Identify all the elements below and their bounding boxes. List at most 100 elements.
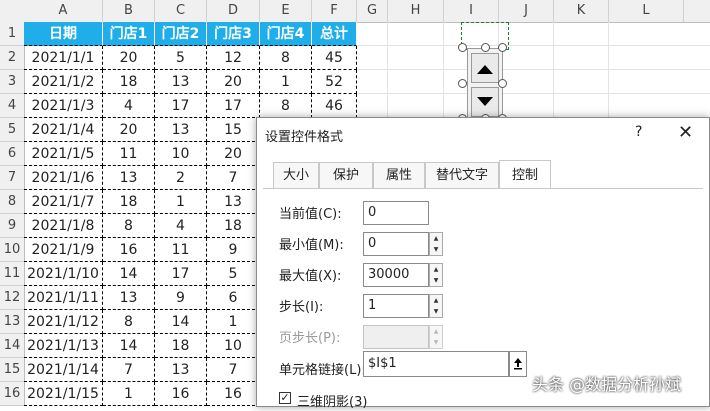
current-value-input[interactable]: 0: [363, 201, 429, 225]
table-header-cell[interactable]: 门店2: [155, 22, 207, 46]
column-header-k[interactable]: K: [554, 0, 609, 22]
row-header-13[interactable]: 13: [0, 310, 24, 334]
column-header-h[interactable]: H: [388, 0, 444, 22]
row-header-15[interactable]: 15: [0, 358, 24, 382]
table-cell[interactable]: 18: [207, 214, 260, 238]
column-header-e[interactable]: E: [260, 0, 312, 22]
spin-down-button[interactable]: [471, 87, 499, 117]
row-header-16[interactable]: 16: [0, 382, 24, 406]
table-cell[interactable]: 14: [103, 334, 155, 358]
tab-properties[interactable]: 属性: [373, 162, 425, 188]
table-cell[interactable]: 8: [260, 46, 312, 70]
tab-size[interactable]: 大小: [273, 162, 319, 188]
column-header-a[interactable]: A: [24, 0, 103, 22]
table-cell[interactable]: 2021/1/9: [24, 238, 103, 262]
row-header-8[interactable]: 8: [0, 190, 24, 214]
table-cell[interactable]: 2021/1/3: [24, 94, 103, 118]
table-cell[interactable]: 15: [207, 118, 260, 142]
table-cell[interactable]: 18: [103, 190, 155, 214]
table-cell[interactable]: 2021/1/6: [24, 166, 103, 190]
table-cell[interactable]: 13: [155, 358, 207, 382]
table-cell[interactable]: 13: [155, 118, 207, 142]
close-button[interactable]: ✕: [678, 122, 693, 143]
column-header-i[interactable]: I: [444, 0, 499, 22]
table-cell[interactable]: 10: [155, 142, 207, 166]
table-cell[interactable]: 5: [155, 46, 207, 70]
tab-alt-text[interactable]: 替代文字: [425, 162, 499, 188]
max-value-spinner[interactable]: ▲ ▼: [429, 263, 443, 287]
spin-up-icon[interactable]: ▲: [430, 264, 442, 275]
table-cell[interactable]: 2021/1/15: [24, 382, 103, 406]
tab-control[interactable]: 控制: [499, 160, 551, 188]
table-header-cell[interactable]: 门店4: [260, 22, 312, 46]
cell-link-input[interactable]: $I$1: [363, 351, 509, 377]
table-cell[interactable]: 17: [207, 94, 260, 118]
3d-shading-checkbox[interactable]: ✓: [279, 392, 291, 404]
table-cell[interactable]: 2021/1/10: [24, 262, 103, 286]
table-cell[interactable]: 5: [207, 262, 260, 286]
table-cell[interactable]: 20: [103, 46, 155, 70]
table-cell[interactable]: 2: [155, 166, 207, 190]
row-header-7[interactable]: 7: [0, 166, 24, 190]
step-spinner[interactable]: ▲ ▼: [429, 294, 443, 318]
spin-down-icon[interactable]: ▼: [430, 275, 442, 286]
table-cell[interactable]: 2021/1/8: [24, 214, 103, 238]
spin-up-button[interactable]: [471, 53, 499, 83]
resize-handle[interactable]: [481, 43, 490, 52]
resize-handle[interactable]: [498, 43, 507, 52]
resize-handle[interactable]: [458, 79, 467, 88]
spin-down-icon[interactable]: ▼: [430, 244, 442, 255]
resize-handle[interactable]: [458, 43, 467, 52]
table-cell[interactable]: 18: [103, 70, 155, 94]
table-cell[interactable]: 1: [260, 70, 312, 94]
table-cell[interactable]: 11: [103, 142, 155, 166]
table-cell[interactable]: 13: [103, 286, 155, 310]
column-header-f[interactable]: F: [312, 0, 357, 22]
column-header-d[interactable]: D: [207, 0, 260, 22]
row-header-10[interactable]: 10: [0, 238, 24, 262]
table-cell[interactable]: 6: [207, 286, 260, 310]
table-cell[interactable]: 8: [103, 310, 155, 334]
table-cell[interactable]: 7: [103, 358, 155, 382]
row-header-2[interactable]: 2: [0, 46, 24, 70]
table-cell[interactable]: 14: [155, 310, 207, 334]
table-cell[interactable]: 4: [155, 214, 207, 238]
table-cell[interactable]: 8: [260, 94, 312, 118]
row-header-1[interactable]: 1: [0, 22, 24, 46]
row-header-4[interactable]: 4: [0, 94, 24, 118]
table-cell[interactable]: 13: [103, 166, 155, 190]
table-cell[interactable]: 4: [103, 94, 155, 118]
row-header-3[interactable]: 3: [0, 70, 24, 94]
table-cell[interactable]: 16: [155, 382, 207, 406]
column-header-c[interactable]: C: [155, 0, 207, 22]
table-cell[interactable]: 2021/1/12: [24, 310, 103, 334]
table-cell[interactable]: 12: [207, 46, 260, 70]
table-cell[interactable]: 13: [155, 70, 207, 94]
row-header-6[interactable]: 6: [0, 142, 24, 166]
table-cell[interactable]: 20: [207, 70, 260, 94]
table-cell[interactable]: 7: [207, 166, 260, 190]
table-cell[interactable]: 8: [103, 214, 155, 238]
table-header-cell[interactable]: 日期: [24, 22, 103, 46]
tab-protection[interactable]: 保护: [319, 162, 373, 188]
table-cell[interactable]: 14: [103, 262, 155, 286]
table-cell[interactable]: 9: [155, 286, 207, 310]
column-header-j[interactable]: J: [499, 0, 554, 22]
table-cell[interactable]: 1: [103, 382, 155, 406]
row-header-9[interactable]: 9: [0, 214, 24, 238]
table-header-cell[interactable]: 门店3: [207, 22, 260, 46]
table-cell[interactable]: 16: [207, 382, 260, 406]
help-button[interactable]: ?: [635, 124, 642, 140]
table-cell[interactable]: 9: [207, 238, 260, 262]
table-header-cell[interactable]: 总计: [312, 22, 357, 46]
table-cell[interactable]: 45: [312, 46, 357, 70]
row-header-14[interactable]: 14: [0, 334, 24, 358]
table-cell[interactable]: 13: [207, 190, 260, 214]
column-header-b[interactable]: B: [103, 0, 155, 22]
table-cell[interactable]: 20: [207, 142, 260, 166]
row-header-11[interactable]: 11: [0, 262, 24, 286]
spin-up-icon[interactable]: ▲: [430, 233, 442, 244]
table-cell[interactable]: 2021/1/4: [24, 118, 103, 142]
table-cell[interactable]: 52: [312, 70, 357, 94]
table-cell[interactable]: 7: [207, 358, 260, 382]
